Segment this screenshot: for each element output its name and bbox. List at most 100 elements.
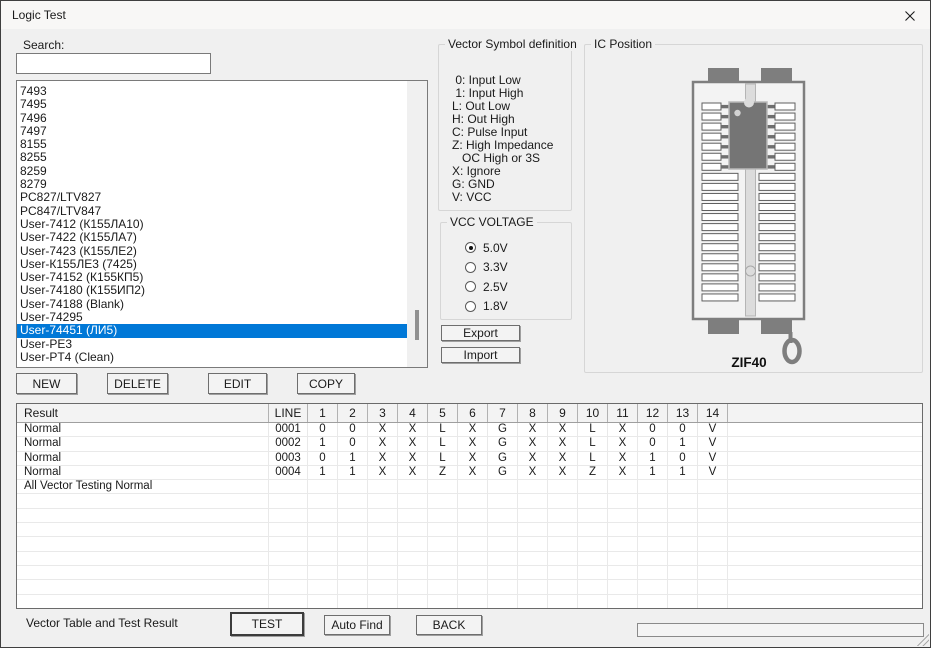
- value-cell: [518, 580, 548, 593]
- list-item[interactable]: User-7422 (К155ЛА7): [17, 231, 407, 244]
- list-item[interactable]: 7496: [17, 112, 407, 125]
- header-filler-cell: [728, 404, 922, 422]
- list-item[interactable]: User-74152 (К155КП5): [17, 271, 407, 284]
- test-button[interactable]: TEST: [230, 612, 304, 636]
- filler-cell: [728, 423, 922, 436]
- value-cell: [398, 494, 428, 507]
- vcc-radio-option[interactable]: 1.8V: [465, 297, 508, 317]
- header-cell[interactable]: 1: [308, 404, 338, 422]
- list-item[interactable]: User-PT4 (Clean): [17, 351, 407, 364]
- edit-button[interactable]: EDIT: [208, 373, 267, 394]
- table-row[interactable]: Normal000301XXLXGXXLX10V: [17, 452, 922, 466]
- list-item[interactable]: 7495: [17, 98, 407, 111]
- header-cell[interactable]: 3: [368, 404, 398, 422]
- line-cell: [269, 509, 308, 522]
- header-cell[interactable]: 13: [668, 404, 698, 422]
- value-cell: [368, 537, 398, 550]
- value-cell: [428, 566, 458, 579]
- search-input[interactable]: [16, 53, 211, 74]
- value-cell: [548, 523, 578, 536]
- vcc-radio-option[interactable]: 5.0V: [465, 238, 508, 258]
- list-item[interactable]: 8279: [17, 178, 407, 191]
- list-item[interactable]: User-74180 (К155ИП2): [17, 284, 407, 297]
- vcc-options: 5.0V 3.3V 2.5V1.8V: [465, 238, 508, 316]
- value-cell: G: [488, 423, 518, 436]
- import-button[interactable]: Import: [441, 347, 520, 363]
- value-cell: G: [488, 437, 518, 450]
- header-cell[interactable]: 7: [488, 404, 518, 422]
- export-button[interactable]: Export: [441, 325, 520, 341]
- header-cell[interactable]: Result: [17, 404, 269, 422]
- value-cell: X: [398, 452, 428, 465]
- value-cell: [518, 494, 548, 507]
- new-button[interactable]: NEW: [16, 373, 77, 394]
- list-scrollbar[interactable]: [407, 81, 427, 367]
- header-cell[interactable]: 8: [518, 404, 548, 422]
- titlebar[interactable]: Logic Test: [1, 1, 930, 29]
- list-item[interactable]: 8155: [17, 138, 407, 151]
- filler-cell: [728, 466, 922, 479]
- chip-notch: [744, 98, 754, 108]
- table-row[interactable]: Normal000411XXZXGXXZX11V: [17, 466, 922, 480]
- vector-table: ResultLINE1234567891011121314 Normal0001…: [16, 403, 923, 609]
- header-cell[interactable]: 6: [458, 404, 488, 422]
- table-row[interactable]: Normal000100XXLXGXXLX00V: [17, 423, 922, 437]
- value-cell: [608, 537, 638, 550]
- copy-button[interactable]: COPY: [297, 373, 355, 394]
- list-item[interactable]: User-74188 (Blank): [17, 298, 407, 311]
- chip-listbox[interactable]: 74937495749674978155825582598279PC827/LT…: [16, 80, 428, 368]
- list-item[interactable]: 8259: [17, 165, 407, 178]
- list-item[interactable]: User-7412 (К155ЛА10): [17, 218, 407, 231]
- value-cell: [398, 552, 428, 565]
- filler-cell: [728, 494, 922, 507]
- header-cell[interactable]: 11: [608, 404, 638, 422]
- header-cell[interactable]: 10: [578, 404, 608, 422]
- close-button[interactable]: [899, 6, 921, 25]
- header-cell[interactable]: 2: [338, 404, 368, 422]
- value-cell: L: [578, 452, 608, 465]
- list-item[interactable]: User-74451 (ЛИ5): [17, 324, 407, 337]
- value-cell: 0: [338, 423, 368, 436]
- line-cell: [269, 494, 308, 507]
- result-cell: [17, 566, 269, 579]
- value-cell: [458, 523, 488, 536]
- value-cell: X: [458, 452, 488, 465]
- list-item[interactable]: PC827/LTV827: [17, 191, 407, 204]
- table-row: [17, 494, 922, 508]
- value-cell: [548, 552, 578, 565]
- back-button[interactable]: BACK: [416, 615, 482, 635]
- radio-label: 3.3V: [483, 260, 508, 274]
- vcc-radio-option[interactable]: 3.3V: [465, 258, 508, 278]
- list-item[interactable]: User-К155ЛЕ3 (7425): [17, 258, 407, 271]
- header-cell[interactable]: 4: [398, 404, 428, 422]
- filler-cell: [728, 480, 922, 493]
- value-cell: [308, 523, 338, 536]
- list-item[interactable]: 8255: [17, 151, 407, 164]
- value-cell: [308, 595, 338, 608]
- table-row[interactable]: Normal000210XXLXGXXLX01V: [17, 437, 922, 451]
- list-scrollbar-thumb[interactable]: [415, 310, 419, 340]
- table-row[interactable]: All Vector Testing Normal: [17, 480, 922, 494]
- header-cell[interactable]: 5: [428, 404, 458, 422]
- header-cell[interactable]: LINE: [269, 404, 308, 422]
- list-item[interactable]: PC847/LTV847: [17, 205, 407, 218]
- value-cell: 0: [308, 423, 338, 436]
- table-row: [17, 523, 922, 537]
- header-cell[interactable]: 9: [548, 404, 578, 422]
- auto-find-button[interactable]: Auto Find: [324, 615, 390, 635]
- list-item[interactable]: 7497: [17, 125, 407, 138]
- resize-grip[interactable]: [917, 634, 929, 646]
- value-cell: [518, 480, 548, 493]
- list-item[interactable]: 7493: [17, 85, 407, 98]
- list-item[interactable]: User-74295: [17, 311, 407, 324]
- value-cell: 0: [638, 423, 668, 436]
- value-cell: X: [608, 452, 638, 465]
- progress-bar: [637, 623, 924, 637]
- value-cell: [548, 494, 578, 507]
- header-cell[interactable]: 12: [638, 404, 668, 422]
- list-item[interactable]: User-7423 (К155ЛЕ2): [17, 245, 407, 258]
- header-cell[interactable]: 14: [698, 404, 728, 422]
- vcc-radio-option[interactable]: 2.5V: [465, 277, 508, 297]
- list-item[interactable]: User-PE3: [17, 338, 407, 351]
- delete-button[interactable]: DELETE: [107, 373, 168, 394]
